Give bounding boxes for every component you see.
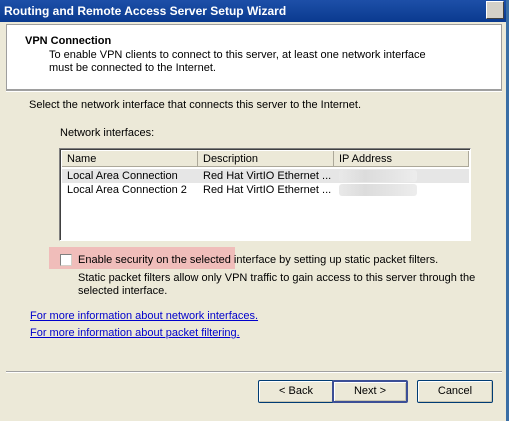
- window-title: Routing and Remote Access Server Setup W…: [4, 4, 287, 18]
- row-ip-redacted: [334, 169, 469, 183]
- network-interfaces-label: Network interfaces:: [60, 127, 155, 139]
- network-interfaces-help-link[interactable]: For more information about network inter…: [30, 310, 258, 322]
- header-divider: [6, 90, 502, 92]
- row-name: Local Area Connection 2: [67, 184, 187, 196]
- table-row[interactable]: Local Area Connection 2 Red Hat VirtIO E…: [62, 183, 469, 197]
- list-header: Name Description IP Address: [62, 151, 469, 167]
- network-interfaces-list[interactable]: Name Description IP Address Local Area C…: [59, 148, 471, 241]
- wizard-window: Routing and Remote Access Server Setup W…: [0, 0, 509, 421]
- security-description: Static packet filters allow only VPN tra…: [78, 272, 476, 297]
- row-ip-redacted: [334, 183, 469, 197]
- wizard-header: VPN Connection To enable VPN clients to …: [6, 24, 502, 90]
- column-header-ip-address[interactable]: IP Address: [334, 151, 469, 167]
- instruction-text: Select the network interface that connec…: [29, 99, 362, 111]
- packet-filtering-help-link[interactable]: For more information about packet filter…: [30, 327, 240, 339]
- back-button[interactable]: < Back: [258, 380, 334, 403]
- cancel-button[interactable]: Cancel: [417, 380, 493, 403]
- table-row[interactable]: Local Area Connection Red Hat VirtIO Eth…: [62, 169, 469, 183]
- row-description: Red Hat VirtIO Ethernet ...: [203, 170, 332, 182]
- redacted-ip: [339, 170, 417, 182]
- footer-divider: [6, 371, 502, 373]
- page-title: VPN Connection: [25, 35, 112, 47]
- row-description: Red Hat VirtIO Ethernet ...: [203, 184, 332, 196]
- enable-security-checkbox[interactable]: [60, 254, 72, 266]
- column-header-name[interactable]: Name: [62, 151, 198, 167]
- next-button[interactable]: Next >: [332, 380, 408, 403]
- page-description: To enable VPN clients to connect to this…: [49, 49, 426, 74]
- column-header-description[interactable]: Description: [198, 151, 334, 167]
- close-icon[interactable]: [486, 1, 504, 19]
- row-name: Local Area Connection: [67, 170, 178, 182]
- title-bar[interactable]: Routing and Remote Access Server Setup W…: [0, 0, 506, 22]
- enable-security-label[interactable]: Enable security on the selected interfac…: [78, 254, 438, 266]
- redacted-ip: [339, 184, 417, 196]
